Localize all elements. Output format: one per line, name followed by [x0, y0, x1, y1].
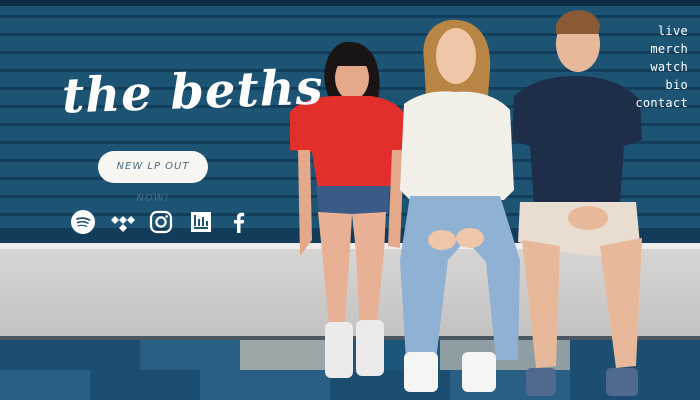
nav-item-contact[interactable]: contact: [635, 94, 688, 112]
nav-item-merch[interactable]: merch: [635, 40, 688, 58]
instagram-icon[interactable]: [148, 209, 174, 235]
facebook-icon[interactable]: [226, 209, 252, 235]
new-lp-button[interactable]: NEW LP OUT NOW!: [98, 151, 208, 204]
bandcamp-icon[interactable]: [188, 209, 214, 235]
spotify-icon[interactable]: [70, 209, 96, 235]
homepage-hero: the beths NEW LP OUT NOW! live merch wat…: [0, 0, 700, 400]
nav-item-bio[interactable]: bio: [635, 76, 688, 94]
band-member-right: [512, 10, 642, 396]
band-photo: [290, 10, 642, 396]
main-nav: live merch watch bio contact: [635, 22, 688, 112]
band-logo[interactable]: the beths: [61, 59, 324, 124]
nav-item-live[interactable]: live: [635, 22, 688, 40]
nav-item-watch[interactable]: watch: [635, 58, 688, 76]
band-member-middle: [400, 19, 520, 392]
tidal-icon[interactable]: [110, 209, 136, 235]
